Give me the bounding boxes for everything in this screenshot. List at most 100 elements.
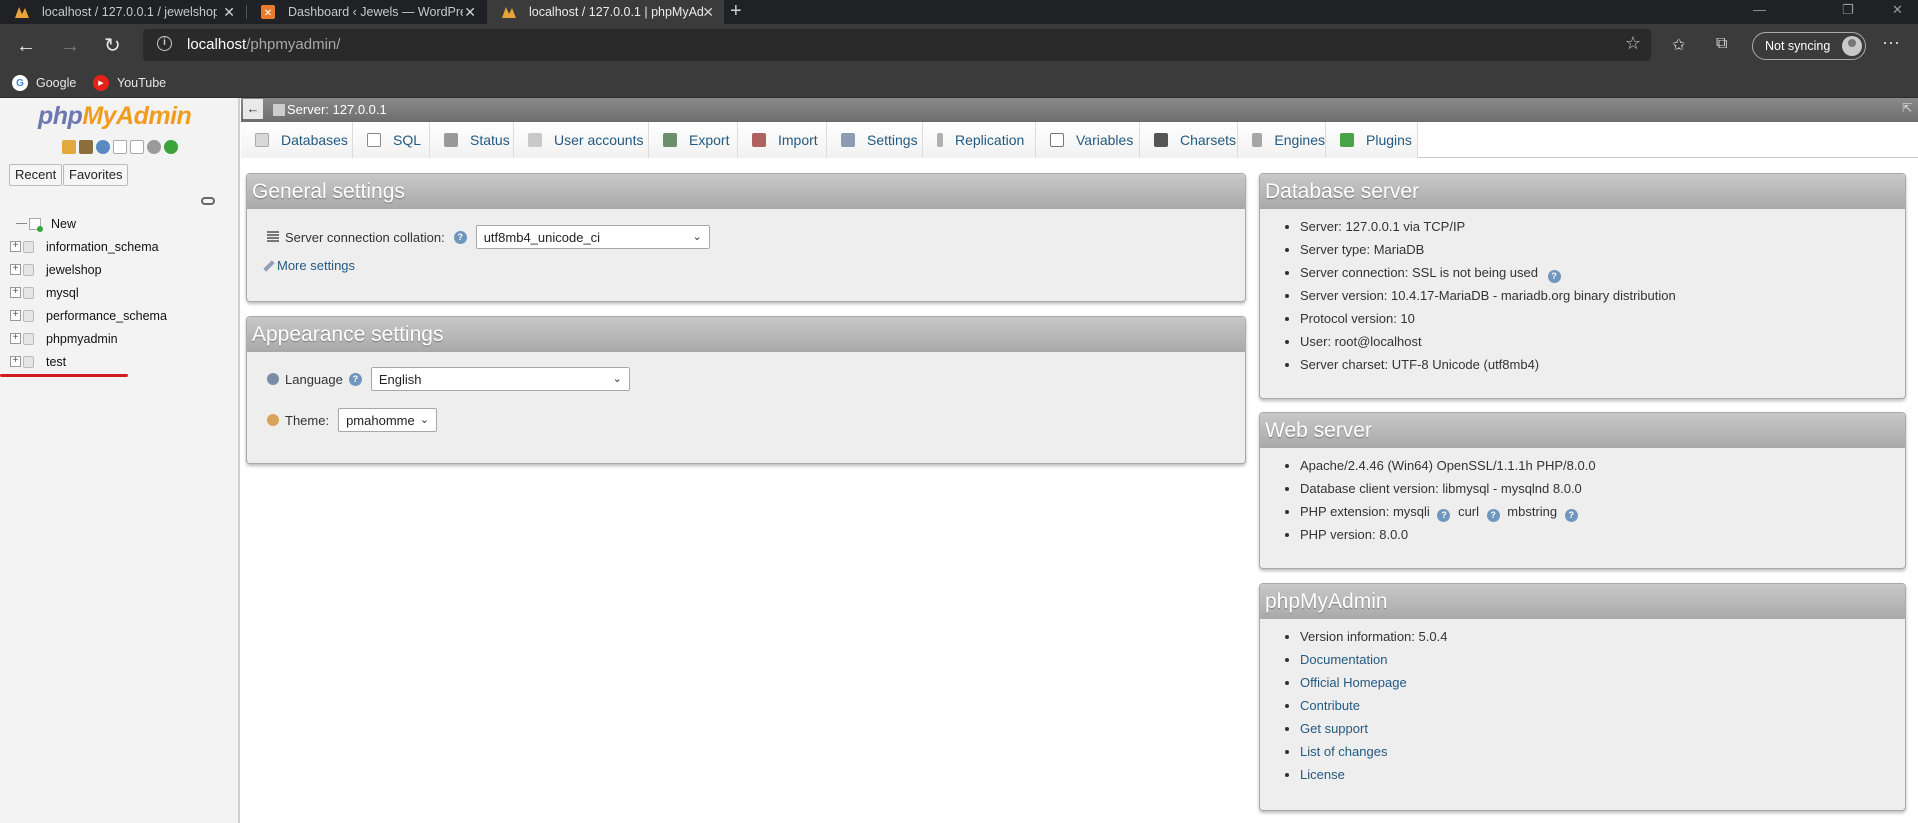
- minimize-icon[interactable]: —: [1753, 2, 1766, 17]
- phpmyadmin-panel: phpMyAdmin Version information: 5.0.4 Do…: [1259, 583, 1906, 811]
- nav-resize-handle[interactable]: [238, 98, 240, 823]
- collapse-nav-button[interactable]: ←: [243, 99, 263, 119]
- database-icon: [255, 133, 269, 147]
- new-tab-button[interactable]: +: [730, 0, 742, 24]
- tree-item-test[interactable]: + test: [10, 350, 167, 373]
- pma-favicon: [14, 4, 30, 20]
- collections-icon[interactable]: ⧉: [1716, 35, 1727, 53]
- copy-icon[interactable]: [130, 140, 144, 154]
- panel-title: Web server: [1260, 413, 1905, 448]
- sync-button[interactable]: Not syncing: [1752, 32, 1866, 60]
- home-icon[interactable]: [62, 140, 76, 154]
- appearance-settings-panel: Appearance settings Language ? English ⌄ …: [246, 316, 1246, 464]
- help-icon[interactable]: ?: [1547, 270, 1561, 283]
- license-link[interactable]: License: [1300, 767, 1345, 782]
- tree-item-jewelshop[interactable]: + jewelshop: [10, 258, 167, 281]
- close-window-icon[interactable]: ✕: [1892, 2, 1903, 18]
- collation-select[interactable]: utf8mb4_unicode_ci ⌄: [475, 225, 710, 249]
- tree-item-new[interactable]: New: [10, 212, 167, 235]
- help-icon[interactable]: ?: [348, 372, 362, 386]
- help-icon[interactable]: ?: [1437, 509, 1451, 522]
- tab-title: localhost / 127.0.0.1 | phpMyAdmin: [529, 5, 704, 19]
- close-icon[interactable]: ✕: [702, 4, 714, 21]
- tab-settings[interactable]: Settings: [827, 122, 923, 158]
- url-bar[interactable]: i localhost/phpmyadmin/ ☆: [143, 29, 1651, 61]
- expand-icon[interactable]: +: [10, 287, 21, 298]
- official-homepage-link[interactable]: Official Homepage: [1300, 675, 1407, 690]
- docs-icon[interactable]: [113, 140, 127, 154]
- link-icon[interactable]: [201, 197, 215, 205]
- nav-icon-bar: [62, 140, 178, 154]
- theme-row: Theme: pmahomme ⌄: [267, 408, 438, 432]
- tab-databases[interactable]: Databases: [241, 122, 353, 158]
- expand-icon[interactable]: +: [10, 333, 21, 344]
- expand-icon[interactable]: +: [10, 310, 21, 321]
- language-row: Language ? English ⌄: [267, 367, 630, 391]
- url-text[interactable]: localhost/phpmyadmin/: [187, 36, 340, 53]
- bookmark-google[interactable]: G Google: [12, 72, 76, 94]
- list-of-changes-link[interactable]: List of changes: [1300, 744, 1387, 759]
- tree-item-mysql[interactable]: + mysql: [10, 281, 167, 304]
- close-icon[interactable]: ✕: [464, 4, 476, 21]
- chevron-down-icon: ⌄: [419, 414, 430, 426]
- favorite-star-icon[interactable]: ☆: [1625, 33, 1641, 54]
- bookmark-youtube[interactable]: ▶ YouTube: [93, 72, 166, 94]
- info-icon[interactable]: i: [157, 36, 172, 51]
- tab-sql[interactable]: SQL: [353, 122, 430, 158]
- tab-engines[interactable]: Engines: [1238, 122, 1326, 158]
- documentation-link[interactable]: Documentation: [1300, 652, 1387, 667]
- server-breadcrumb[interactable]: Server: 127.0.0.1: [273, 102, 387, 117]
- restore-icon[interactable]: ❐: [1842, 2, 1854, 18]
- list-item: Version information: 5.0.4: [1300, 625, 1905, 648]
- logout-icon[interactable]: [79, 140, 93, 154]
- theme-select[interactable]: pmahomme ⌄: [338, 408, 438, 432]
- recent-button[interactable]: Recent: [9, 164, 63, 186]
- refresh-icon[interactable]: ↻: [104, 34, 121, 58]
- more-menu-icon[interactable]: ···: [1882, 32, 1900, 53]
- favorites-button[interactable]: Favorites: [63, 164, 129, 186]
- tab-charsets[interactable]: Charsets: [1140, 122, 1238, 158]
- browser-tab-phpmyadmin[interactable]: localhost / 127.0.0.1 | phpMyAdmin ✕: [487, 0, 724, 24]
- tree-item-information-schema[interactable]: + information_schema: [10, 235, 167, 258]
- wordpress-favicon: ✕: [260, 4, 276, 20]
- help-icon[interactable]: [96, 140, 110, 154]
- tree-item-phpmyadmin[interactable]: + phpmyadmin: [10, 327, 167, 350]
- more-settings-link[interactable]: More settings: [277, 258, 355, 273]
- list-item: Documentation: [1300, 648, 1905, 671]
- help-icon[interactable]: ?: [1564, 509, 1578, 522]
- list-item: Server connection: SSL is not being used…: [1300, 261, 1905, 284]
- contribute-link[interactable]: Contribute: [1300, 698, 1360, 713]
- browser-tab-jewelshop[interactable]: localhost / 127.0.0.1 / jewelshop ✕: [0, 0, 245, 24]
- language-select[interactable]: English ⌄: [370, 367, 630, 391]
- bookmark-label: YouTube: [117, 76, 167, 90]
- get-support-link[interactable]: Get support: [1300, 721, 1368, 736]
- server-breadcrumb-bar: ← Server: 127.0.0.1 ⇱: [241, 98, 1918, 122]
- help-icon[interactable]: ?: [1486, 509, 1500, 522]
- theme-label: Theme:: [285, 412, 330, 428]
- help-icon[interactable]: ?: [453, 230, 467, 244]
- expand-icon[interactable]: +: [10, 264, 21, 275]
- gear-icon[interactable]: [147, 140, 161, 154]
- tab-variables[interactable]: Variables: [1036, 122, 1140, 158]
- tab-import[interactable]: Import: [738, 122, 827, 158]
- favorites-list-icon[interactable]: ✩: [1672, 35, 1685, 55]
- forward-arrow-icon[interactable]: →: [60, 34, 80, 58]
- tab-export[interactable]: Export: [649, 122, 738, 158]
- reload-icon[interactable]: [164, 140, 178, 154]
- collapse-icon[interactable]: ⇱: [1902, 101, 1912, 115]
- pma-logo[interactable]: phpMyAdmin: [38, 102, 192, 131]
- expand-icon[interactable]: +: [10, 356, 21, 367]
- tab-plugins[interactable]: Plugins: [1326, 122, 1418, 158]
- tab-replication[interactable]: Replication: [923, 122, 1036, 158]
- tab-user-accounts[interactable]: User accounts: [514, 122, 649, 158]
- back-arrow-icon[interactable]: ←: [16, 34, 36, 58]
- tab-title: localhost / 127.0.0.1 / jewelshop: [42, 5, 217, 19]
- list-item: Apache/2.4.46 (Win64) OpenSSL/1.1.1h PHP…: [1300, 454, 1905, 477]
- tree-item-performance-schema[interactable]: + performance_schema: [10, 304, 167, 327]
- list-item: PHP extension: mysqli ? curl ? mbstring …: [1300, 500, 1905, 523]
- tab-status[interactable]: Status: [430, 122, 514, 158]
- browser-tab-wordpress[interactable]: ✕ Dashboard ‹ Jewels — WordPress ✕: [246, 0, 486, 24]
- close-icon[interactable]: ✕: [223, 4, 235, 21]
- expand-icon[interactable]: +: [10, 241, 21, 252]
- web-server-panel: Web server Apache/2.4.46 (Win64) OpenSSL…: [1259, 412, 1906, 569]
